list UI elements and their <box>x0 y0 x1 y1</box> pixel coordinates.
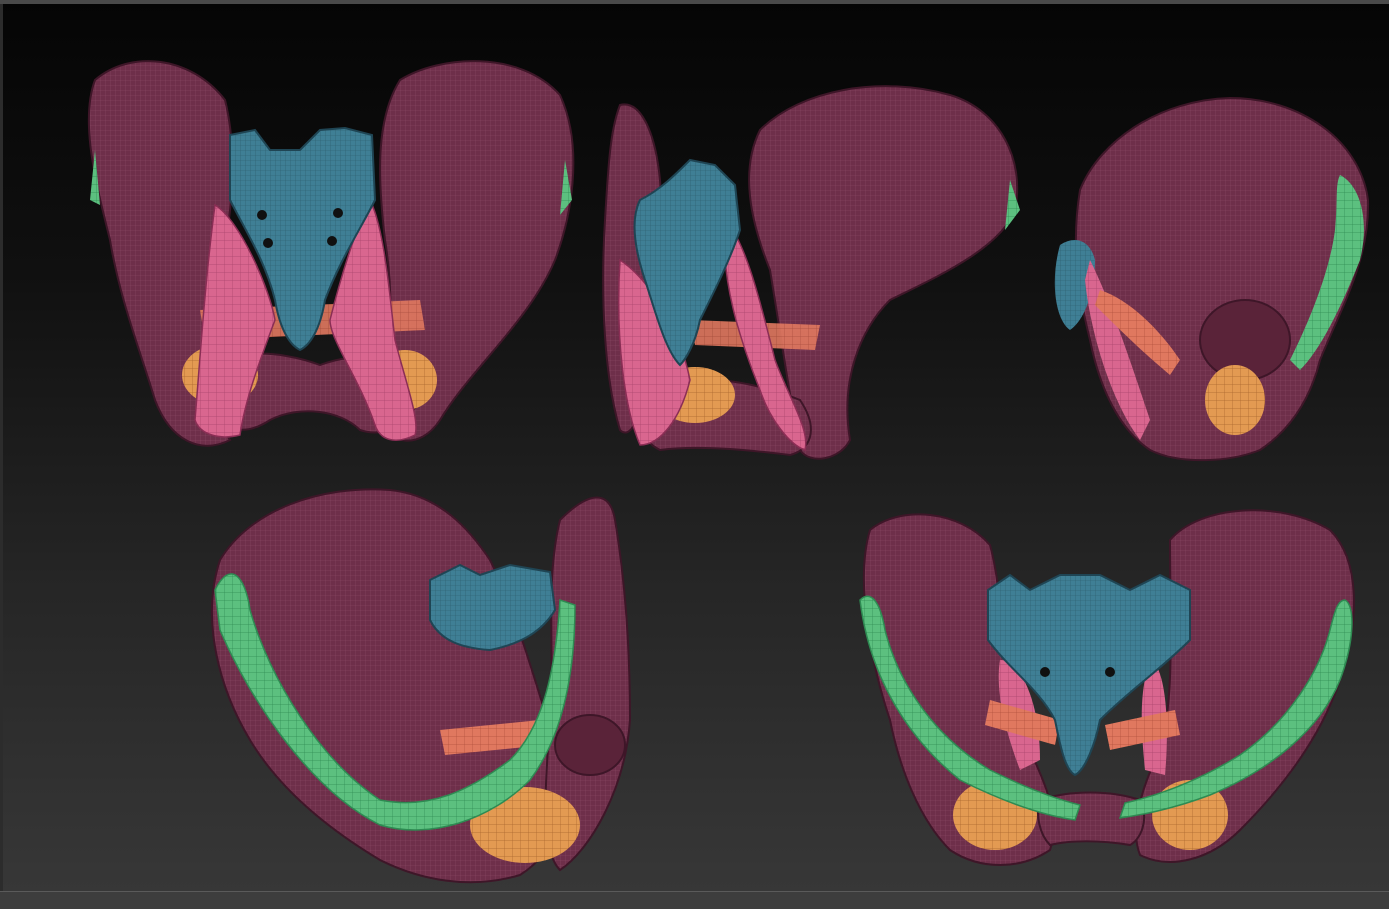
femoral-cartilage <box>1205 365 1265 435</box>
pelvis-view-side[interactable] <box>1054 96 1370 462</box>
pelvis-view-front-tilted[interactable] <box>859 509 1355 866</box>
render-viewport[interactable] <box>0 0 1389 909</box>
pelvis-view-oblique-front[interactable] <box>602 85 1020 460</box>
pelvis-view-front-top[interactable] <box>87 60 575 447</box>
pelvis-view-oblique-inner[interactable] <box>210 488 632 884</box>
viewport-bottom-bar <box>0 891 1389 909</box>
sacrum-inner <box>429 563 557 652</box>
femoral-head-rim <box>554 714 626 776</box>
pelvis-scene <box>87 60 1370 884</box>
